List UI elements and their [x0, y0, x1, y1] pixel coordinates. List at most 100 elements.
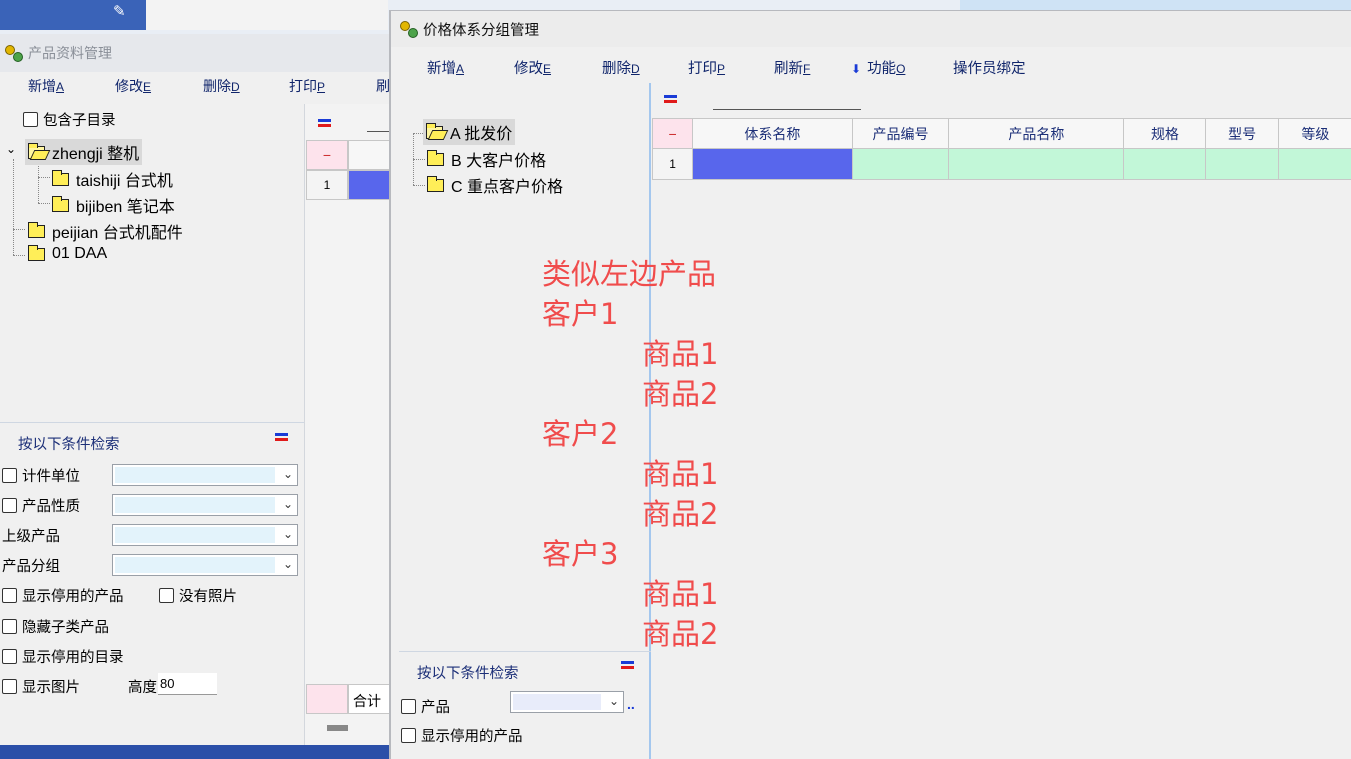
checkbox-box[interactable] — [2, 649, 17, 664]
swap-icon[interactable] — [621, 660, 635, 670]
function-button[interactable]: ⬇ 功能O — [851, 57, 905, 78]
checkbox-box[interactable] — [401, 728, 416, 743]
annotation-text: 商品2 — [642, 617, 719, 651]
total-row-corner — [306, 684, 348, 714]
field-label: 产品 — [421, 700, 450, 716]
col-header[interactable]: 等级 — [1277, 118, 1351, 149]
more-button[interactable]: .. — [627, 696, 635, 712]
edit-button[interactable]: 修改E — [514, 57, 551, 78]
tree-item-label: zhengji 整机 — [52, 146, 140, 163]
swap-icon[interactable] — [318, 118, 332, 128]
chevron-down-icon[interactable]: ⌄ — [6, 142, 16, 156]
grid-selected-cell[interactable] — [348, 170, 391, 200]
checkbox-label: 隐藏子类产品 — [22, 620, 109, 636]
table-cell-selected[interactable] — [692, 148, 853, 180]
tree-item-zhengji[interactable]: zhengji 整机 — [25, 139, 143, 165]
tree-item-wholesale[interactable]: A 批发价 — [423, 119, 516, 145]
checkbox-box[interactable] — [2, 498, 17, 513]
swap-icon[interactable] — [275, 432, 289, 442]
bind-operator-button[interactable]: 操作员绑定 — [953, 57, 1026, 78]
chevron-down-icon: ⌄ — [282, 527, 293, 541]
tree-item-01daa[interactable]: 01 DAA — [28, 244, 107, 263]
height-input[interactable]: 80 — [158, 673, 217, 695]
hide-sub-products-checkbox[interactable]: 隐藏子类产品 — [2, 616, 109, 637]
tree-line — [13, 255, 25, 256]
col-header[interactable]: 产品编号 — [851, 118, 950, 149]
include-children-checkbox[interactable]: 包含子目录 — [23, 109, 116, 130]
table-cell[interactable] — [851, 148, 950, 180]
group-select[interactable]: ⌄ — [112, 554, 298, 576]
tree-item-label: C 重点客户价格 — [451, 179, 564, 196]
new-button[interactable]: 新增A — [28, 76, 64, 96]
col-header[interactable]: 规格 — [1123, 118, 1207, 149]
checkbox-box[interactable] — [159, 588, 174, 603]
swap-icon[interactable] — [664, 94, 678, 104]
print-button[interactable]: 打印P — [289, 76, 325, 96]
checkbox-box[interactable] — [2, 468, 17, 483]
delete-button[interactable]: 删除D — [203, 76, 240, 96]
grid-header-corner[interactable]: − — [306, 140, 348, 170]
folder-icon — [427, 149, 444, 166]
checkbox-label: 显示停用的目录 — [22, 650, 124, 666]
product-data-window: 产品资料管理 新增A 修改E 删除D 打印P 刷 包含子目录 ⌄ zhengji… — [0, 34, 391, 759]
show-disabled-products-checkbox[interactable]: 显示停用的产品 — [2, 585, 124, 606]
no-photo-checkbox[interactable]: 没有照片 — [159, 585, 237, 606]
nature-filter[interactable]: 产品性质 — [2, 495, 80, 516]
nature-select[interactable]: ⌄ — [112, 494, 298, 516]
table-cell[interactable] — [1123, 148, 1207, 180]
chevron-down-icon: ⌄ — [282, 467, 293, 481]
checkbox-box[interactable] — [23, 112, 38, 127]
checkbox-box[interactable] — [401, 699, 416, 714]
price-grid-pane: − 体系名称 产品编号 产品名称 规格 型号 等级 1 — [651, 83, 1351, 759]
delete-button[interactable]: 删除D — [602, 57, 640, 78]
folder-open-icon — [426, 122, 443, 139]
checkbox-label: 包含子目录 — [43, 113, 116, 129]
annotation-text: 客户1 — [542, 297, 619, 331]
edit-button[interactable]: 修改E — [115, 76, 151, 96]
tree-item-label: bijiben 笔记本 — [76, 199, 175, 216]
chevron-down-icon: ⌄ — [608, 694, 619, 708]
row-number: 1 — [651, 148, 694, 180]
show-disabled-dirs-checkbox[interactable]: 显示停用的目录 — [2, 646, 124, 667]
height-label: 高度 — [128, 680, 157, 696]
checkbox-box[interactable] — [2, 619, 17, 634]
parent-select[interactable]: ⌄ — [112, 524, 298, 546]
tree-item-key-customer[interactable]: C 重点客户价格 — [427, 173, 563, 197]
toolbar: 新增A 修改E 删除D 打印P 刷 — [0, 70, 390, 102]
col-header[interactable]: 产品名称 — [948, 118, 1125, 149]
tree-item-highlight: zhengji 整机 — [25, 139, 143, 165]
table-row[interactable]: 1 — [651, 148, 1351, 180]
unit-filter[interactable]: 计件单位 — [2, 465, 80, 486]
tree-item-major-customer[interactable]: B 大客户价格 — [427, 147, 546, 171]
table-cell[interactable] — [1205, 148, 1279, 180]
product-filter[interactable]: 产品 — [401, 696, 450, 717]
tree-line — [13, 159, 14, 255]
table-cell[interactable] — [1277, 148, 1351, 180]
col-header[interactable]: 体系名称 — [692, 118, 853, 149]
checkbox-box[interactable] — [2, 679, 17, 694]
table-corner[interactable]: − — [651, 118, 694, 149]
table-cell[interactable] — [948, 148, 1125, 180]
new-button[interactable]: 新增A — [427, 57, 464, 78]
titlebar[interactable]: 产品资料管理 — [0, 34, 389, 72]
col-header[interactable]: 型号 — [1205, 118, 1279, 149]
refresh-button[interactable]: 刷 — [376, 76, 390, 96]
tree-item-taishiji[interactable]: taishiji 台式机 — [52, 167, 173, 191]
print-button[interactable]: 打印P — [688, 57, 725, 78]
unit-select[interactable]: ⌄ — [112, 464, 298, 486]
chevron-down-icon: ⌄ — [282, 497, 293, 511]
annotation-text: 客户2 — [542, 417, 619, 451]
refresh-button[interactable]: 刷新F — [774, 57, 810, 78]
scrollbar-thumb[interactable] — [327, 725, 348, 731]
titlebar[interactable]: 价格体系分组管理 — [391, 11, 1351, 47]
checkbox-box[interactable] — [2, 588, 17, 603]
annotation-text: 商品1 — [642, 337, 719, 371]
show-images-checkbox[interactable]: 显示图片 — [2, 676, 80, 697]
search-title: 按以下条件检索 — [18, 437, 120, 453]
product-select[interactable]: ⌄ — [510, 691, 624, 713]
total-label: 合计 — [348, 684, 391, 714]
tree-item-bijiben[interactable]: bijiben 笔记本 — [52, 193, 175, 217]
show-disabled-products-checkbox[interactable]: 显示停用的产品 — [401, 725, 523, 746]
tree-item-peijian[interactable]: peijian 台式机配件 — [28, 219, 183, 243]
folder-icon — [52, 195, 69, 212]
